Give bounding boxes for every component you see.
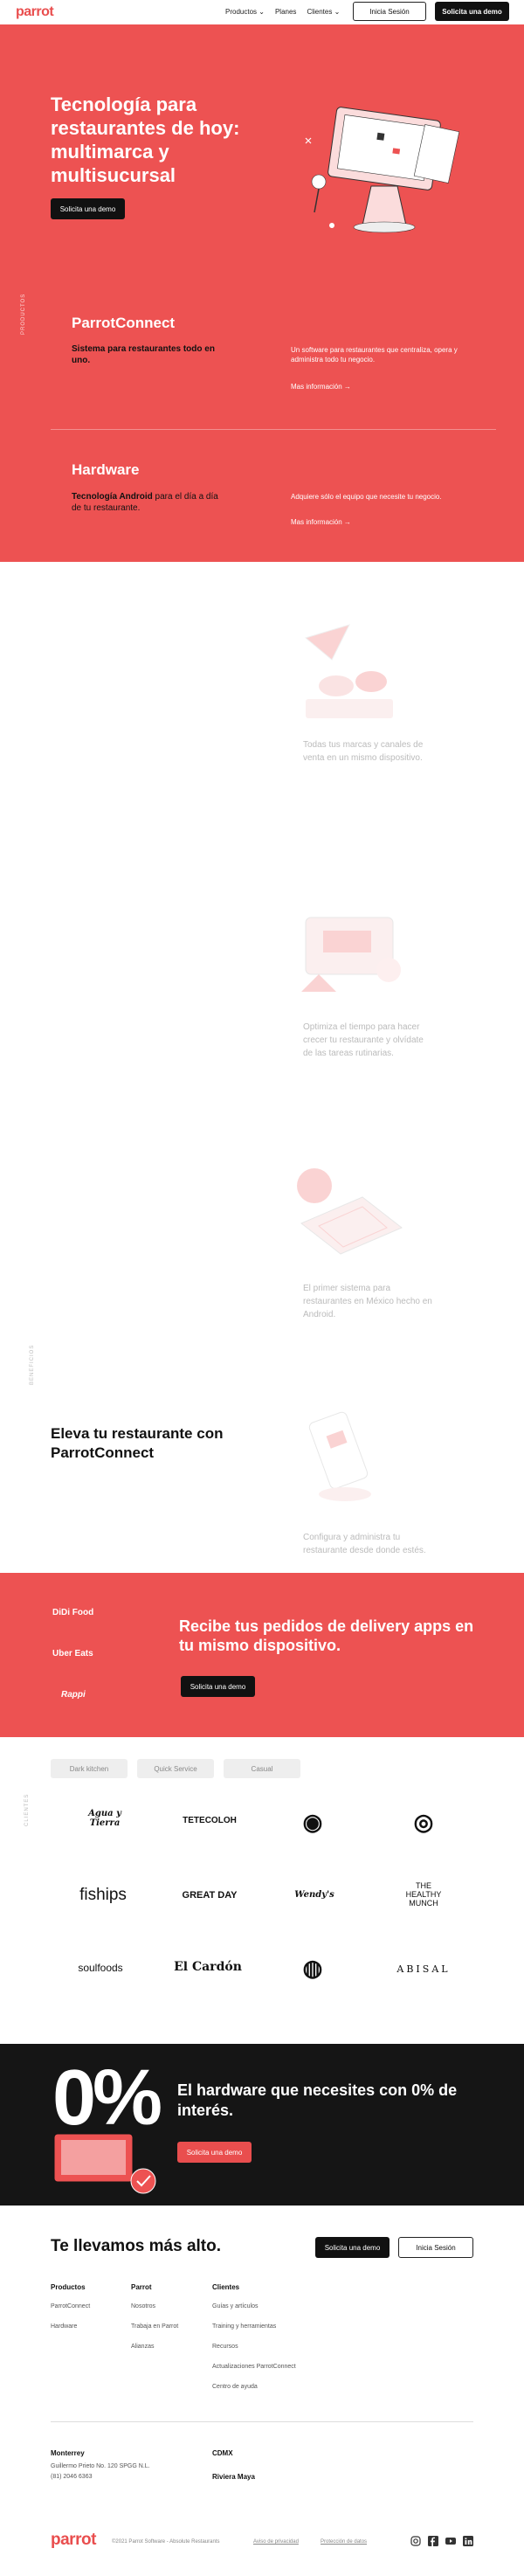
feature-text: Configura y administra tu restaurante de… — [303, 1533, 426, 1555]
footer-link[interactable]: Hardware — [51, 2323, 77, 2330]
product-name: Hardware — [72, 461, 140, 478]
office-phone: (81) 2046 6363 — [51, 2474, 93, 2480]
clients-side-label: CLIENTES — [24, 1793, 30, 1826]
client-logo: Agua y Tierra — [88, 1809, 121, 1828]
client-logo: fiships — [79, 1886, 127, 1904]
multibrand-illustration — [304, 624, 393, 718]
client-logo: ◉ — [302, 1809, 323, 1835]
login-button[interactable]: Inicia Sesión — [353, 2, 426, 21]
office-city: CDMX — [212, 2449, 233, 2457]
tab-casual[interactable]: Casual — [224, 1759, 300, 1778]
eleva-title: Eleva tu restaurante con ParrotConnect — [51, 1425, 224, 1461]
hero-title: Tecnología para restaurantes de hoy: mul… — [51, 93, 240, 186]
mobile-admin-illustration — [308, 1411, 371, 1501]
client-logo: soulfoods — [78, 1962, 123, 1974]
pos-terminal-illustration — [305, 107, 460, 233]
benefits-side-label: BENEFICIOS — [30, 1344, 35, 1385]
footer-login-button[interactable]: Inicia Sesión — [398, 2237, 473, 2258]
chevron-down-icon: ⌄ — [259, 8, 265, 16]
product-more-link[interactable]: Mas información → — [291, 383, 351, 391]
footer-divider — [51, 2421, 473, 2422]
hardware-title: El hardware que necesites con 0% de inte… — [177, 2081, 458, 2119]
hardware-banner: 0% El hardware que necesites con 0% de i… — [0, 2044, 524, 2206]
footer-col-head: Parrot — [131, 2283, 152, 2291]
instagram-icon[interactable] — [410, 2536, 421, 2546]
delivery-demo-button[interactable]: Solicita una demo — [181, 1676, 255, 1697]
tab-dark-kitchen[interactable]: Dark kitchen — [51, 1759, 128, 1778]
products-side-label: PRODUCTOS — [21, 293, 26, 335]
request-demo-button[interactable]: Solicita una demo — [435, 2, 509, 21]
footer-link[interactable]: Actualizaciones ParrotConnect — [212, 2364, 296, 2370]
feature-text: Optimiza el tiempo para hacer crecer tu … — [303, 1022, 424, 1058]
delivery-section: DiDi Food Uber Eats Rappi Recibe tus ped… — [0, 1573, 524, 1737]
footer-title: Te llevamos más alto. — [51, 2237, 222, 2255]
ubereats-logo: Uber Eats — [52, 1649, 93, 1658]
hero-section: Tecnología para restaurantes de hoy: mul… — [0, 24, 524, 562]
footer-link[interactable]: Recursos — [212, 2344, 238, 2350]
office-city: Monterrey — [51, 2449, 85, 2457]
hardware-device-illustration — [53, 2133, 156, 2194]
top-nav: parrot Productos ⌄ Planes Clientes ⌄ Ini… — [0, 0, 524, 24]
footer-link[interactable]: Nosotros — [131, 2303, 155, 2309]
hardware-demo-button[interactable]: Solicita una demo — [177, 2142, 252, 2163]
rappi-logo: Rappi — [61, 1690, 86, 1700]
client-logo: THE HEALTHY MUNCH — [405, 1881, 442, 1908]
divider — [51, 429, 496, 430]
client-logo: El Cardón — [174, 1960, 242, 1974]
product-name: ParrotConnect — [72, 315, 176, 331]
footer-link[interactable]: Centro de ayuda — [212, 2384, 258, 2390]
footer-link[interactable]: Guías y artículos — [212, 2303, 259, 2309]
footer-parrot-logo[interactable]: parrot — [51, 2531, 96, 2550]
product-desc: Tecnología Android para el día a día de … — [72, 492, 218, 513]
delivery-title: Recibe tus pedidos de delivery apps en t… — [179, 1617, 474, 1654]
footer-link[interactable]: Trabaja en Parrot — [131, 2323, 178, 2330]
chevron-down-icon: ⌄ — [334, 8, 341, 16]
hero-demo-button[interactable]: Solicita una demo — [51, 198, 125, 219]
client-logo: ◎ — [413, 1809, 434, 1835]
product-more-link[interactable]: Mas información → — [291, 518, 351, 526]
linkedin-icon[interactable] — [463, 2536, 473, 2546]
client-logo: GREAT DAY — [182, 1890, 238, 1901]
client-logo: ABISAL — [396, 1963, 451, 1975]
office-address: Guillermo Prieto No. 120 SPGG N.L. — [51, 2463, 150, 2469]
optimize-illustration — [301, 917, 401, 992]
android-illustration — [297, 1168, 403, 1255]
data-protection-link[interactable]: Protección de datos — [321, 2539, 367, 2545]
client-logo: ◍ — [302, 1955, 323, 1981]
client-logo: Wendy's — [294, 1890, 334, 1900]
client-logo: TETECOLOH — [183, 1816, 237, 1825]
nav-clientes[interactable]: Clientes ⌄ — [307, 8, 340, 16]
privacy-link[interactable]: Aviso de privacidad — [253, 2539, 299, 2545]
didi-logo: DiDi Food — [52, 1608, 94, 1617]
product-right-text: Adquiere sólo el equipo que necesite tu … — [291, 493, 442, 501]
parrot-logo[interactable]: parrot — [16, 4, 54, 20]
footer-demo-button[interactable]: Solicita una demo — [315, 2237, 390, 2258]
tab-quick-service[interactable]: Quick Service — [137, 1759, 214, 1778]
nav-planes[interactable]: Planes — [275, 8, 296, 16]
copyright: ©2021 Parrot Software - Absolute Restaur… — [112, 2539, 220, 2545]
footer-col-head: Clientes — [212, 2283, 240, 2291]
footer-link[interactable]: ParrotConnect — [51, 2303, 90, 2309]
office-city: Riviera Maya — [212, 2473, 255, 2481]
product-right-text: Un software para restaurantes que centra… — [291, 346, 458, 364]
feature-text: El primer sistema para restaurantes en M… — [303, 1284, 432, 1319]
footer-link[interactable]: Alianzas — [131, 2344, 154, 2350]
nav-productos[interactable]: Productos ⌄ — [225, 8, 265, 16]
main-nav: Productos ⌄ Planes Clientes ⌄ — [225, 8, 340, 16]
youtube-icon[interactable] — [445, 2536, 456, 2546]
facebook-icon[interactable] — [428, 2536, 438, 2546]
product-desc: Sistema para restaurantes todo en uno. — [72, 344, 215, 365]
footer-col-head: Productos — [51, 2283, 86, 2291]
footer-link[interactable]: Training y herramientas — [212, 2323, 276, 2330]
feature-text: Todas tus marcas y canales de venta en u… — [303, 740, 424, 763]
